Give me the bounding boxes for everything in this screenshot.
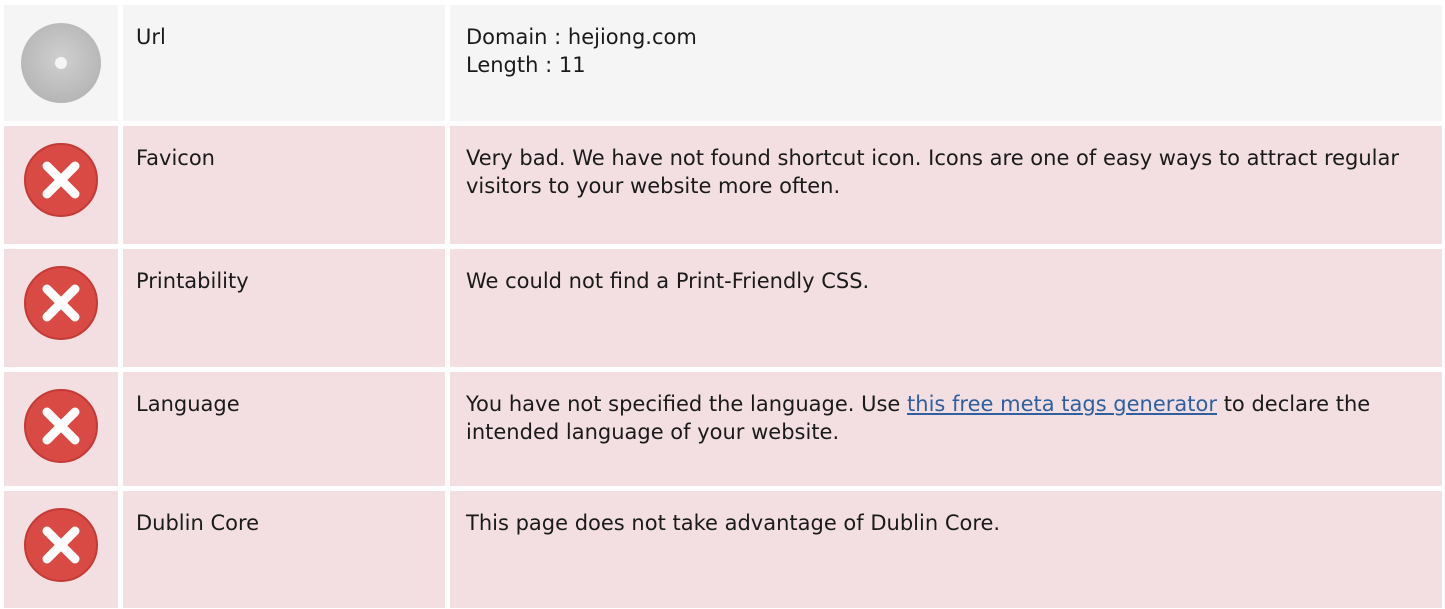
- status-cell: [4, 249, 118, 367]
- length-line: Length : 11: [466, 53, 586, 77]
- gray-disc-icon: [19, 21, 103, 121]
- row-label: Dublin Core: [123, 491, 445, 608]
- error-x-icon: [23, 142, 99, 244]
- meta-tags-generator-link[interactable]: this free meta tags generator: [907, 392, 1217, 416]
- error-x-icon: [23, 265, 99, 367]
- status-cell: [4, 126, 118, 244]
- status-cell: [4, 491, 118, 608]
- error-x-icon: [23, 388, 99, 486]
- report-row-url: Url Domain : hejiong.com Length : 11: [4, 5, 1442, 121]
- row-description: Very bad. We have not found shortcut ico…: [450, 126, 1442, 244]
- report-row-language: Language You have not specified the lang…: [4, 372, 1442, 486]
- row-description: We could not find a Print-Friendly CSS.: [450, 249, 1442, 367]
- status-cell: [4, 372, 118, 486]
- row-description: You have not specified the language. Use…: [450, 372, 1442, 486]
- row-label: Url: [123, 5, 445, 121]
- row-description: Domain : hejiong.com Length : 11: [450, 5, 1442, 121]
- report-row-favicon: Favicon Very bad. We have not found shor…: [4, 126, 1442, 244]
- status-cell: [4, 5, 118, 121]
- domain-line: Domain : hejiong.com: [466, 25, 697, 49]
- error-x-icon: [23, 507, 99, 608]
- row-label: Favicon: [123, 126, 445, 244]
- row-label: Language: [123, 372, 445, 486]
- report-row-dublin-core: Dublin Core This page does not take adva…: [4, 491, 1442, 608]
- row-label: Printability: [123, 249, 445, 367]
- description-text: You have not specified the language. Use: [466, 392, 908, 416]
- row-description: This page does not take advantage of Dub…: [450, 491, 1442, 608]
- seo-report-table: Url Domain : hejiong.com Length : 11 Fav…: [4, 5, 1442, 608]
- report-row-printability: Printability We could not find a Print-F…: [4, 249, 1442, 367]
